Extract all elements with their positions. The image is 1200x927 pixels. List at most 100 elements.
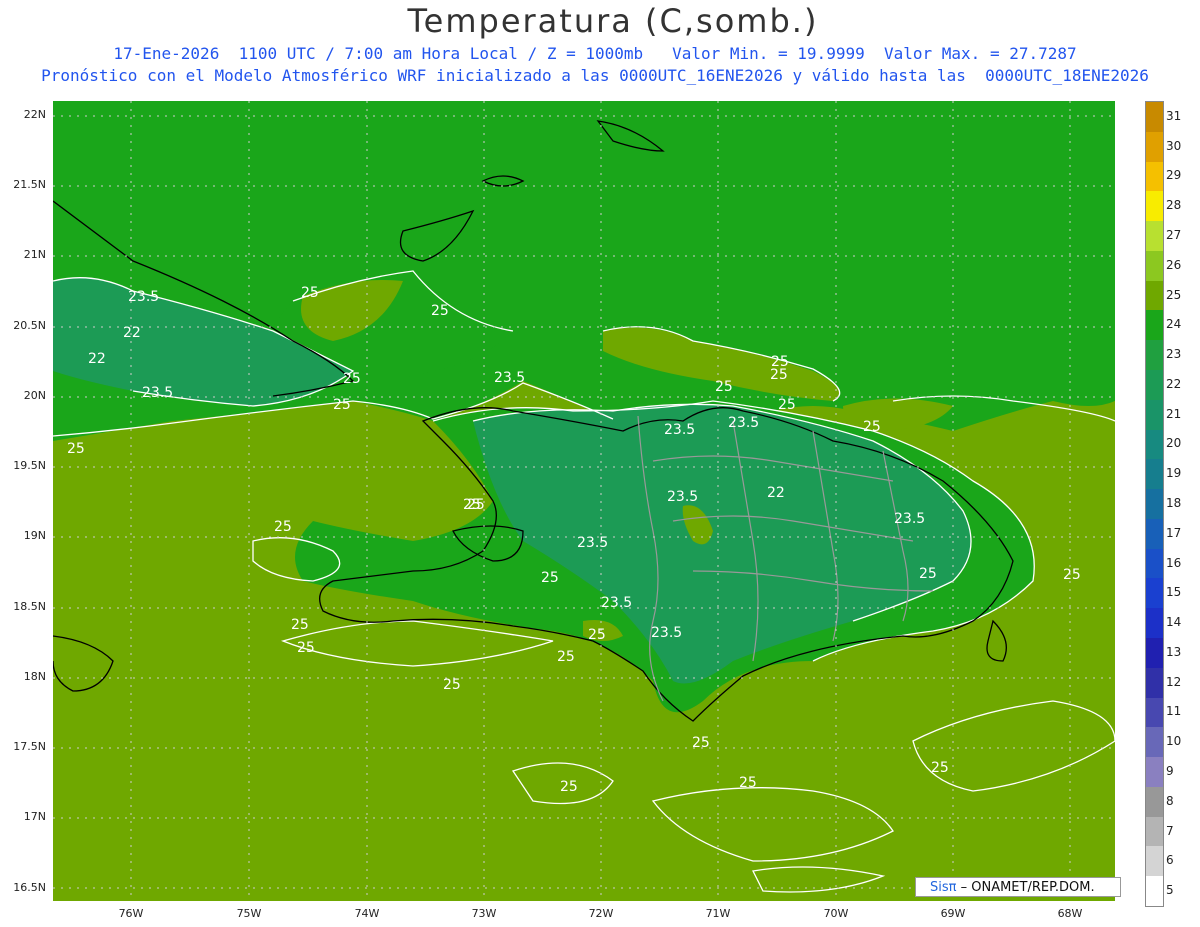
contour-value-label: 23.5 — [577, 535, 608, 551]
contour-value-label: 25 — [560, 779, 578, 795]
lat-tick-label: 20.5N — [13, 319, 46, 332]
colorbar-swatch — [1146, 250, 1163, 282]
colorbar-label: 30 — [1166, 138, 1182, 153]
colorbar-swatch — [1146, 548, 1163, 579]
colorbar-swatch — [1146, 310, 1163, 341]
contour-value-label: 25 — [778, 397, 796, 413]
colorbar-label: 18 — [1166, 496, 1182, 510]
colorbar-label: 27 — [1166, 228, 1182, 242]
contour-value-label: 25 — [770, 367, 788, 383]
colorbar-label: 21 — [1166, 406, 1182, 421]
contour-value-label: 25 — [919, 566, 937, 582]
colorbar-swatch — [1146, 578, 1163, 609]
credit-box: Sisπ – ONAMET/REP.DOM. — [915, 877, 1121, 897]
contour-value-label: 23.5 — [664, 422, 695, 438]
lat-tick-label: 17N — [23, 810, 46, 823]
contour-value-label: 25 — [297, 640, 315, 656]
colorbar-label: 9 — [1166, 764, 1174, 778]
contour-value-label: 25 — [333, 397, 351, 413]
subtitle-valid-time: 17-Ene-2026 1100 UTC / 7:00 am Hora Loca… — [113, 44, 1077, 63]
colorbar-label: 15 — [1166, 585, 1182, 600]
lon-tick-label: 73W — [471, 907, 497, 920]
lon-tick-label: 75W — [236, 907, 262, 920]
colorbar-label: 14 — [1166, 615, 1182, 630]
colorbar-swatch — [1146, 221, 1163, 252]
colorbar-swatch — [1146, 638, 1163, 669]
contour-value-label: 23.5 — [728, 415, 759, 431]
contour-value-label: 25 — [588, 627, 606, 643]
lat-tick-label: 18N — [23, 670, 46, 683]
colorbar-label: 25 — [1166, 287, 1182, 302]
lon-tick-label: 71W — [705, 907, 731, 920]
lon-tick-label: 68W — [1057, 907, 1083, 920]
contour-value-label: 23.5 — [494, 370, 525, 386]
colorbar-swatch — [1146, 340, 1163, 371]
map-title: Temperatura (C,somb.) — [407, 2, 819, 40]
colorbar-swatch — [1146, 757, 1163, 788]
colorbar-label: 22 — [1166, 376, 1182, 391]
contour-value-label: 23.5 — [601, 595, 632, 611]
colorbar-swatch — [1146, 191, 1163, 222]
colorbar-label: 8 — [1166, 793, 1174, 808]
colorbar-label: 20 — [1166, 436, 1182, 451]
colorbar-label: 19 — [1166, 466, 1182, 481]
contour-value-label: 25 — [274, 519, 292, 535]
contour-value-label: 25 — [291, 617, 309, 633]
contour-value-label: 22 — [123, 325, 141, 341]
colorbar-label: 12 — [1166, 674, 1182, 689]
colorbar-label: 7 — [1166, 823, 1174, 838]
colorbar-swatch — [1146, 459, 1163, 490]
contour-value-label: 25 — [301, 285, 319, 301]
subtitle-model-info: Pronóstico con el Modelo Atmosférico WRF… — [41, 66, 1149, 85]
colorbar-swatch — [1146, 102, 1163, 133]
colorbar-swatch — [1146, 846, 1163, 877]
colorbar-swatch — [1146, 518, 1163, 550]
contour-value-label: 25 — [931, 760, 949, 776]
contour-value-label: 25 — [557, 649, 575, 665]
colorbar-label: 29 — [1166, 168, 1182, 183]
lat-tick-label: 16.5N — [13, 881, 46, 894]
colorbar-label: 23 — [1166, 347, 1182, 362]
credit-text: – ONAMET/REP.DOM. — [960, 880, 1095, 895]
contour-value-label: 25 — [541, 570, 559, 586]
lat-tick-label: 21.5N — [13, 178, 46, 191]
colorbar-label: 28 — [1166, 198, 1182, 213]
contour-value-label: 25 — [692, 735, 710, 751]
colorbar-label: 17 — [1166, 525, 1182, 540]
lon-tick-label: 72W — [588, 907, 614, 920]
colorbar-swatch — [1146, 816, 1163, 847]
lat-tick-label: 20N — [23, 389, 46, 402]
colorbar-swatch — [1146, 489, 1163, 520]
colorbar-swatch — [1146, 131, 1163, 163]
colorbar-swatch — [1146, 429, 1163, 460]
contour-value-label: 23.5 — [128, 289, 159, 305]
colorbar-swatch — [1146, 667, 1163, 699]
colorbar-label: 10 — [1166, 734, 1182, 749]
colorbar-swatch — [1146, 370, 1163, 401]
lat-tick-label: 21N — [23, 248, 46, 261]
colorbar-label: 13 — [1166, 644, 1182, 659]
contour-value-label: 25 — [67, 441, 85, 457]
contour-value-label: 25 — [431, 303, 449, 319]
colorbar-swatch — [1146, 280, 1163, 311]
temperature-map: 23.5 22 22 23.5 25 25 25 25 25 25 25 23.5 23.5 23.5 22… — [53, 101, 1115, 901]
colorbar-label: 16 — [1166, 555, 1182, 570]
contour-value-label: 25 — [739, 775, 757, 791]
colorbar-label: 26 — [1166, 257, 1182, 272]
colorbar-swatch — [1146, 727, 1163, 758]
lon-tick-label: 74W — [354, 907, 380, 920]
colorbar-label: 5 — [1166, 883, 1174, 898]
lon-tick-label: 76W — [118, 907, 144, 920]
contour-value-label: 25 — [467, 497, 485, 513]
colorbar-swatch — [1146, 697, 1163, 728]
contour-value-label: 23.5 — [667, 489, 698, 505]
colorbar-swatch — [1146, 399, 1163, 431]
contour-value-label: 22 — [88, 351, 106, 367]
contour-value-label: 25 — [715, 379, 733, 395]
lat-tick-label: 18.5N — [13, 600, 46, 613]
lat-tick-label: 22N — [23, 108, 46, 121]
lat-tick-label: 19N — [23, 529, 46, 542]
contour-value-label: 23.5 — [651, 625, 682, 641]
contour-value-label: 25 — [343, 371, 361, 387]
colorbar — [1145, 101, 1164, 907]
